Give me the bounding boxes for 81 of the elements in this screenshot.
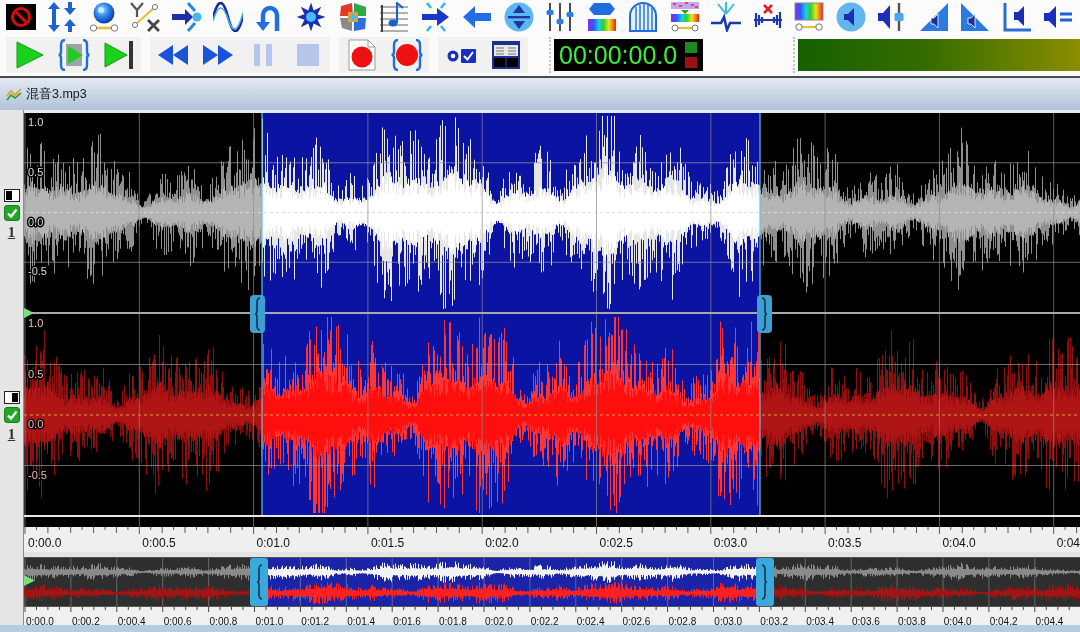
spark-wave-icon[interactable] xyxy=(711,2,742,32)
cursor-marker-icon[interactable] xyxy=(24,575,35,586)
fade-in-icon[interactable] xyxy=(918,2,949,32)
arrow-rays-icon[interactable] xyxy=(420,2,451,32)
bracket-handle-icon[interactable] xyxy=(250,558,268,606)
time-label: 0:00.0 xyxy=(28,536,62,550)
axis-label: 1.0 xyxy=(28,317,44,329)
half-square-icon[interactable] xyxy=(3,188,20,202)
time-label: 0:02.4 xyxy=(576,616,605,625)
time-label: 0:02.0 xyxy=(485,536,519,550)
time-label: 0:03.8 xyxy=(897,616,926,625)
time-label: 0:03.4 xyxy=(806,616,834,625)
time-label: 0:01.2 xyxy=(301,616,330,625)
time-label: 0:03.5 xyxy=(828,536,862,550)
bracket-handle-icon[interactable] xyxy=(757,295,772,333)
pinwheel-icon[interactable] xyxy=(337,2,368,32)
axis-label: 0.0 xyxy=(28,418,44,430)
channel-number: 1 xyxy=(7,224,16,240)
time-label: 0:03.0 xyxy=(713,536,748,550)
noise-spectrum-icon[interactable] xyxy=(669,2,700,32)
music-staff-icon[interactable] xyxy=(379,2,410,32)
time-label: 0:02.6 xyxy=(622,616,651,625)
time-label: 0:02.8 xyxy=(668,616,697,625)
sliders-icon[interactable] xyxy=(545,2,576,32)
time-label: 0:01.6 xyxy=(393,616,421,625)
play-to-end-icon[interactable] xyxy=(102,39,135,71)
time-label: 0:03.0 xyxy=(714,616,743,625)
no-entry-icon[interactable] xyxy=(5,2,36,32)
arch-icon[interactable] xyxy=(628,2,659,32)
half-square-icon[interactable] xyxy=(3,390,20,404)
indicator-light-icon xyxy=(685,57,697,68)
record-document-icon[interactable] xyxy=(345,39,378,71)
time-label: 0:01.0 xyxy=(255,616,284,625)
channel-checkbox[interactable] xyxy=(3,204,20,221)
chart-lines-icon xyxy=(6,87,22,101)
arrow-branch-icon[interactable] xyxy=(171,2,202,32)
waveform-overview[interactable] xyxy=(24,557,1080,607)
time-label: 0:04.4 xyxy=(1035,616,1064,625)
time-label: 0:01.0 xyxy=(256,536,290,550)
time-label: 0:04.2 xyxy=(989,616,1018,625)
orb-icon[interactable] xyxy=(88,2,119,32)
indicator-light-icon xyxy=(685,42,697,53)
time-label: 0:00.2 xyxy=(71,616,100,625)
time-label: 0:00.5 xyxy=(142,536,176,550)
window-icon[interactable] xyxy=(489,39,522,71)
bracketed-play-icon[interactable] xyxy=(57,39,90,71)
cursor-marker-icon[interactable] xyxy=(24,308,34,318)
time-label: 0:00.4 xyxy=(117,616,146,625)
star-burst-icon[interactable] xyxy=(296,2,327,32)
bracket-handle-icon[interactable] xyxy=(250,295,265,333)
time-label: 0:02.2 xyxy=(530,616,559,625)
spectrum-slider-icon[interactable] xyxy=(794,2,825,32)
time-label: 0:02.0 xyxy=(484,616,513,625)
time-label: 0:04.0 xyxy=(942,536,976,550)
time-label: 0:03.6 xyxy=(852,616,880,625)
bracketed-record-icon[interactable] xyxy=(390,39,423,71)
time-label: 0:00.6 xyxy=(163,616,192,625)
time-readout: 00:00:00.0 xyxy=(559,42,678,68)
axis-label: 1.0 xyxy=(28,116,44,128)
axis-label: 0.0 xyxy=(28,215,44,228)
time-label: 0:00.0 xyxy=(26,616,54,625)
time-label: 0:04.0 xyxy=(943,616,972,625)
fade-out-icon[interactable] xyxy=(960,2,991,32)
split-circle-icon[interactable] xyxy=(503,2,534,32)
time-label: 0:02.5 xyxy=(599,536,633,550)
speaker-circle-icon[interactable] xyxy=(835,2,866,32)
spectrum-bar-icon[interactable] xyxy=(586,2,617,32)
time-label: 0:00.8 xyxy=(209,616,238,625)
time-label: 0:01.4 xyxy=(347,616,376,625)
speaker-bracket-icon[interactable] xyxy=(1001,2,1032,32)
sine-wave-icon[interactable] xyxy=(213,2,244,32)
time-label: 0:03.2 xyxy=(760,616,789,625)
bracket-handle-icon[interactable] xyxy=(756,558,774,606)
time-label: 0:01.8 xyxy=(439,616,467,625)
file-tab[interactable]: 混音3.mp3 xyxy=(6,84,87,104)
time-label: 0:01.5 xyxy=(370,536,405,550)
fork-cross-icon[interactable] xyxy=(130,2,161,32)
time-label: 0:04 xyxy=(1056,536,1080,550)
channel-checkbox[interactable] xyxy=(3,406,20,423)
vertical-arrows-icon[interactable] xyxy=(47,2,78,32)
channel-number: 1 xyxy=(7,426,16,442)
